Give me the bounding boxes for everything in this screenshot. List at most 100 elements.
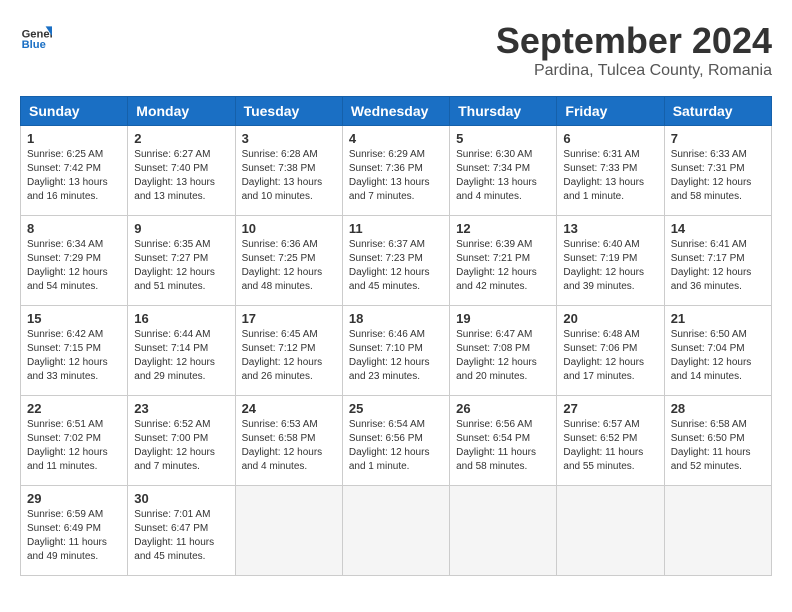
day-number: 25 [349, 401, 443, 416]
table-row: 13 Sunrise: 6:40 AM Sunset: 7:19 PM Dayli… [557, 216, 664, 306]
day-info: Sunrise: 6:53 AM Sunset: 6:58 PM Dayligh… [242, 418, 336, 474]
table-row: 17 Sunrise: 6:45 AM Sunset: 7:12 PM Dayli… [235, 306, 342, 396]
table-row: 20Sunrise: 6:48 AM Sunset: 7:06 PM Dayli… [557, 306, 664, 396]
col-monday: Monday [128, 97, 235, 126]
table-row: 24 Sunrise: 6:53 AM Sunset: 6:58 PM Dayli… [235, 396, 342, 486]
day-info: Sunrise: 6:46 AM Sunset: 7:10 PM Dayligh… [349, 328, 443, 384]
day-info: Sunrise: 6:50 AM Sunset: 7:04 PM Dayligh… [671, 328, 765, 384]
day-number: 22 [27, 401, 121, 416]
table-row: 1 Sunrise: 6:25 AM Sunset: 7:42 PM Daylig… [21, 126, 128, 216]
day-number: 10 [242, 221, 336, 236]
location: Pardina, Tulcea County, Romania [496, 62, 772, 80]
col-tuesday: Tuesday [235, 97, 342, 126]
day-info: Sunrise: 6:39 AM Sunset: 7:21 PM Dayligh… [456, 238, 550, 294]
day-number: 23 [134, 401, 228, 416]
table-row: 3Sunrise: 6:28 AM Sunset: 7:38 PM Daylig… [235, 126, 342, 216]
table-row [664, 486, 771, 576]
day-info: Sunrise: 6:33 AM Sunset: 7:31 PM Dayligh… [671, 148, 765, 204]
table-row: 29 Sunrise: 6:59 AM Sunset: 6:49 PM Dayli… [21, 486, 128, 576]
table-row: 30 Sunrise: 7:01 AM Sunset: 6:47 PM Dayli… [128, 486, 235, 576]
day-number: 12 [456, 221, 550, 236]
col-friday: Friday [557, 97, 664, 126]
day-number: 17 [242, 311, 336, 326]
day-info: Sunrise: 6:57 AM Sunset: 6:52 PM Dayligh… [563, 418, 657, 474]
day-info: Sunrise: 6:48 AM Sunset: 7:06 PM Dayligh… [563, 328, 657, 384]
day-info: Sunrise: 6:35 AM Sunset: 7:27 PM Dayligh… [134, 238, 228, 294]
table-row: 19 Sunrise: 6:47 AM Sunset: 7:08 PM Dayli… [450, 306, 557, 396]
day-info: Sunrise: 6:31 AM Sunset: 7:33 PM Dayligh… [563, 148, 657, 204]
day-number: 16 [134, 311, 228, 326]
col-thursday: Thursday [450, 97, 557, 126]
day-info: Sunrise: 6:37 AM Sunset: 7:23 PM Dayligh… [349, 238, 443, 294]
day-number: 9 [134, 221, 228, 236]
table-row: 11 Sunrise: 6:37 AM Sunset: 7:23 PM Dayli… [342, 216, 449, 306]
day-number: 1 [27, 131, 121, 146]
day-info: Sunrise: 6:41 AM Sunset: 7:17 PM Dayligh… [671, 238, 765, 294]
table-row: 15Sunrise: 6:42 AM Sunset: 7:15 PM Dayli… [21, 306, 128, 396]
day-number: 13 [563, 221, 657, 236]
table-row: 7 Sunrise: 6:33 AM Sunset: 7:31 PM Daylig… [664, 126, 771, 216]
week-row-1: 1 Sunrise: 6:25 AM Sunset: 7:42 PM Daylig… [21, 126, 772, 216]
month-title: September 2024 [496, 20, 772, 62]
day-number: 3 [242, 131, 336, 146]
day-info: Sunrise: 6:58 AM Sunset: 6:50 PM Dayligh… [671, 418, 765, 474]
table-row [557, 486, 664, 576]
day-info: Sunrise: 6:52 AM Sunset: 7:00 PM Dayligh… [134, 418, 228, 474]
table-row [235, 486, 342, 576]
table-row: 16 Sunrise: 6:44 AM Sunset: 7:14 PM Dayli… [128, 306, 235, 396]
col-sunday: Sunday [21, 97, 128, 126]
day-number: 4 [349, 131, 443, 146]
table-row: 6Sunrise: 6:31 AM Sunset: 7:33 PM Daylig… [557, 126, 664, 216]
svg-text:Blue: Blue [22, 39, 46, 51]
col-saturday: Saturday [664, 97, 771, 126]
day-number: 26 [456, 401, 550, 416]
day-info: Sunrise: 6:56 AM Sunset: 6:54 PM Dayligh… [456, 418, 550, 474]
table-row: 2Sunrise: 6:27 AM Sunset: 7:40 PM Daylig… [128, 126, 235, 216]
logo: General Blue [20, 20, 52, 52]
day-number: 5 [456, 131, 550, 146]
day-number: 24 [242, 401, 336, 416]
table-row: 22 Sunrise: 6:51 AM Sunset: 7:02 PM Dayli… [21, 396, 128, 486]
week-row-2: 8Sunrise: 6:34 AM Sunset: 7:29 PM Daylig… [21, 216, 772, 306]
week-row-4: 22 Sunrise: 6:51 AM Sunset: 7:02 PM Dayli… [21, 396, 772, 486]
calendar-header-row: Sunday Monday Tuesday Wednesday Thursday… [21, 97, 772, 126]
week-row-5: 29 Sunrise: 6:59 AM Sunset: 6:49 PM Dayli… [21, 486, 772, 576]
day-number: 30 [134, 491, 228, 506]
day-number: 19 [456, 311, 550, 326]
calendar-table: Sunday Monday Tuesday Wednesday Thursday… [20, 96, 772, 576]
day-info: Sunrise: 6:30 AM Sunset: 7:34 PM Dayligh… [456, 148, 550, 204]
table-row: 12 Sunrise: 6:39 AM Sunset: 7:21 PM Dayli… [450, 216, 557, 306]
day-info: Sunrise: 6:59 AM Sunset: 6:49 PM Dayligh… [27, 508, 121, 564]
day-info: Sunrise: 6:40 AM Sunset: 7:19 PM Dayligh… [563, 238, 657, 294]
table-row: 4Sunrise: 6:29 AM Sunset: 7:36 PM Daylig… [342, 126, 449, 216]
day-number: 29 [27, 491, 121, 506]
day-info: Sunrise: 6:36 AM Sunset: 7:25 PM Dayligh… [242, 238, 336, 294]
day-info: Sunrise: 6:45 AM Sunset: 7:12 PM Dayligh… [242, 328, 336, 384]
day-info: Sunrise: 6:54 AM Sunset: 6:56 PM Dayligh… [349, 418, 443, 474]
logo-icon: General Blue [20, 20, 52, 52]
table-row: 5 Sunrise: 6:30 AM Sunset: 7:34 PM Daylig… [450, 126, 557, 216]
table-row: 8Sunrise: 6:34 AM Sunset: 7:29 PM Daylig… [21, 216, 128, 306]
day-number: 15 [27, 311, 121, 326]
table-row: 21 Sunrise: 6:50 AM Sunset: 7:04 PM Dayli… [664, 306, 771, 396]
table-row: 25 Sunrise: 6:54 AM Sunset: 6:56 PM Dayli… [342, 396, 449, 486]
day-number: 14 [671, 221, 765, 236]
day-number: 28 [671, 401, 765, 416]
day-info: Sunrise: 7:01 AM Sunset: 6:47 PM Dayligh… [134, 508, 228, 564]
day-info: Sunrise: 6:25 AM Sunset: 7:42 PM Dayligh… [27, 148, 121, 204]
day-info: Sunrise: 6:34 AM Sunset: 7:29 PM Dayligh… [27, 238, 121, 294]
day-info: Sunrise: 6:47 AM Sunset: 7:08 PM Dayligh… [456, 328, 550, 384]
day-number: 7 [671, 131, 765, 146]
table-row [450, 486, 557, 576]
table-row: 10 Sunrise: 6:36 AM Sunset: 7:25 PM Dayli… [235, 216, 342, 306]
day-info: Sunrise: 6:27 AM Sunset: 7:40 PM Dayligh… [134, 148, 228, 204]
day-info: Sunrise: 6:51 AM Sunset: 7:02 PM Dayligh… [27, 418, 121, 474]
table-row: 27Sunrise: 6:57 AM Sunset: 6:52 PM Dayli… [557, 396, 664, 486]
title-section: September 2024 Pardina, Tulcea County, R… [496, 20, 772, 80]
day-number: 11 [349, 221, 443, 236]
col-wednesday: Wednesday [342, 97, 449, 126]
page-header: General Blue September 2024 Pardina, Tul… [20, 20, 772, 80]
day-info: Sunrise: 6:44 AM Sunset: 7:14 PM Dayligh… [134, 328, 228, 384]
day-number: 21 [671, 311, 765, 326]
day-number: 18 [349, 311, 443, 326]
